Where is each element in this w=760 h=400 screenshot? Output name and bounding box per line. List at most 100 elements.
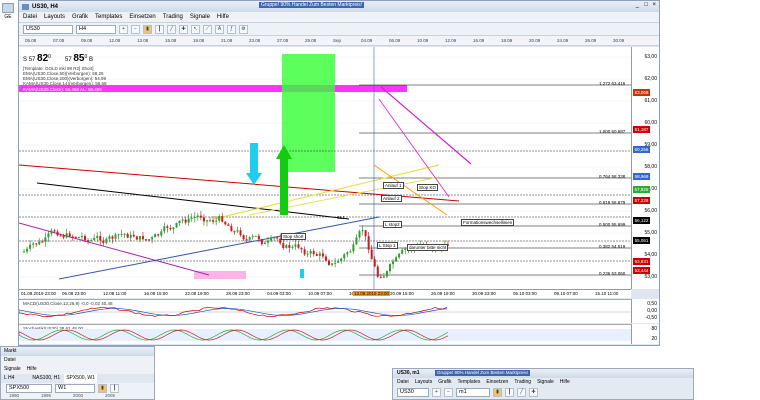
bid-price[interactable]: S 57 820 [23, 53, 51, 64]
date-navigator[interactable]: 05.08 07.08 09.08 12.08 13.08 15.08 19.08 21.08… [19, 36, 659, 46]
menu-hilfe[interactable]: Hilfe [217, 14, 229, 20]
date-nav-label[interactable]: 21.08 [221, 38, 232, 43]
ask-big: 85 [73, 53, 85, 64]
menu-layouts[interactable]: Layouts [44, 14, 65, 20]
right-timeframe-select[interactable]: m1 [456, 388, 490, 397]
line-chart-icon[interactable]: ╱ [167, 24, 176, 34]
candle-body [181, 219, 184, 221]
date-nav-label[interactable]: 24.09 [557, 38, 568, 43]
menu-datei[interactable]: Datei [397, 378, 409, 387]
date-nav-label[interactable]: 26.09 [585, 38, 596, 43]
zoom-in-icon[interactable]: + [432, 388, 441, 397]
annotation-lstop1[interactable]: L Stop 1 [377, 242, 398, 249]
stochastic-pane[interactable]: Stochastik(US30) 38,62 48,00 [19, 324, 631, 344]
date-nav-label[interactable]: 07.08 [53, 38, 64, 43]
date-nav-label[interactable]: 12.09 [445, 38, 456, 43]
line-chart-icon[interactable]: ╱ [517, 388, 526, 397]
cursor-icon[interactable]: ↖ [191, 24, 200, 34]
date-nav-label[interactable]: 18.09 [501, 38, 512, 43]
tab-spx500[interactable]: SPX500, W1 [64, 374, 97, 383]
menu-signale[interactable]: Signale [190, 14, 210, 20]
menu-trading[interactable]: Trading [163, 14, 183, 20]
date-nav-label[interactable]: 10.09 [417, 38, 428, 43]
annotation-stop-short[interactable]: Stop short [281, 233, 306, 240]
candle-chart-icon[interactable]: ▮ [98, 383, 107, 393]
date-nav-label[interactable]: 13.08 [137, 38, 148, 43]
zoom-out-icon[interactable]: − [131, 24, 140, 34]
date-nav-label[interactable]: 09.08 [81, 38, 92, 43]
crosshair-icon[interactable]: ✚ [179, 24, 188, 34]
tab-h4[interactable]: L H4 [4, 374, 14, 383]
candle-body [218, 216, 221, 221]
tab-nas100[interactable]: NAS100, H1 [18, 374, 60, 383]
candle-chart-icon[interactable]: ▮ [143, 24, 152, 34]
date-nav-label[interactable]: 05.08 [25, 38, 36, 43]
left-timeframe-select[interactable]: W1 [55, 383, 95, 393]
date-nav-label[interactable]: 19.08 [193, 38, 204, 43]
annotation-lstop2[interactable]: L stop2 [383, 221, 402, 228]
bar-chart-icon[interactable]: ┃ [155, 24, 164, 34]
menu-signale[interactable]: Signale [537, 378, 554, 387]
menu-templates[interactable]: Templates [458, 378, 481, 387]
price-chart[interactable]: S 57 820 57 850 B [Template: GOLD inkl 8… [19, 47, 631, 289]
cyan-arrow-shaft [250, 143, 258, 173]
bar-chart-icon[interactable]: ┃ [110, 383, 119, 393]
menu-datei[interactable]: Datei [23, 14, 37, 20]
menu-signale[interactable]: Signale [4, 365, 21, 374]
indicator-icon[interactable]: ƒ [227, 24, 236, 34]
menu-datei[interactable]: Datei [4, 356, 16, 365]
date-nav-label[interactable]: 30.09 [613, 38, 624, 43]
macd-pane[interactable]: MACD(US30,Close,12,26,9) -0,0 -0,02 40,4… [19, 299, 631, 323]
menu-grafik[interactable]: Grafik [72, 14, 88, 20]
desktop-icon[interactable]: GE [0, 2, 16, 22]
candle-body [135, 236, 138, 240]
fib-level-label: 1.000 60.697 [599, 129, 626, 134]
settings-icon[interactable]: ⚙ [239, 24, 248, 34]
date-nav-label[interactable]: 29.08 [305, 38, 316, 43]
candle-chart-icon[interactable]: ▮ [493, 388, 502, 397]
date-nav-label[interactable]: Sep [333, 38, 341, 43]
date-nav-label[interactable]: 20.09 [529, 38, 540, 43]
date-nav-label[interactable]: 15.08 [165, 38, 176, 43]
text-tool-icon[interactable]: A [215, 24, 224, 34]
candle-body [303, 249, 306, 255]
close-icon[interactable]: × [652, 2, 656, 8]
menu-einsetzen[interactable]: Einsetzen [129, 14, 155, 20]
candle-body [175, 223, 178, 228]
crosshair-icon[interactable]: ✚ [529, 388, 538, 397]
year-label: 2000 [73, 393, 84, 398]
maximize-icon[interactable]: □ [644, 2, 648, 8]
date-nav-label[interactable]: 06.09 [389, 38, 400, 43]
right-symbol-select[interactable]: US30 [397, 388, 429, 397]
zoom-out-icon[interactable]: − [444, 388, 453, 397]
annotation-formation[interactable]: Formationswechsellinien [461, 219, 515, 226]
menu-trading[interactable]: Trading [514, 378, 531, 387]
annotation-anlauf1[interactable]: Anlauf 1 [383, 182, 404, 189]
time-scale[interactable]: 01.08.2019 23:00 06.08 23:00 12.08 11:00 16… [19, 289, 631, 298]
date-nav-label[interactable]: 12.08 [109, 38, 120, 43]
trendline-icon[interactable]: ⟋ [203, 24, 212, 34]
ask-price[interactable]: 57 850 B [65, 53, 93, 64]
annotation-stop-ko[interactable]: Stop KO [417, 184, 439, 191]
menu-layouts[interactable]: Layouts [415, 378, 433, 387]
date-nav-label[interactable]: 27.08 [277, 38, 288, 43]
annotation-darunter[interactable]: darunter bitte nicht [407, 244, 449, 251]
minimize-icon[interactable]: _ [636, 2, 639, 8]
timeframe-select[interactable]: H4 [76, 24, 116, 34]
price-scale[interactable]: 63,00 62,00 61,00 60,00 59,00 58,00 57,0… [631, 47, 659, 289]
zoom-in-icon[interactable]: + [119, 24, 128, 34]
left-symbol-select[interactable]: SPX500 [6, 383, 52, 393]
symbol-select[interactable]: US30 [23, 24, 73, 34]
bar-chart-icon[interactable]: ┃ [505, 388, 514, 397]
menu-hilfe[interactable]: Hilfe [560, 378, 570, 387]
date-nav-label[interactable]: 23.08 [249, 38, 260, 43]
menu-hilfe[interactable]: Hilfe [27, 365, 37, 374]
menu-einsetzen[interactable]: Einsetzen [486, 378, 508, 387]
menu-grafik[interactable]: Grafik [438, 378, 451, 387]
annotation-anlauf2[interactable]: Anlauf 2 [381, 195, 402, 202]
candle-body [340, 258, 343, 262]
menu-templates[interactable]: Templates [95, 14, 122, 20]
date-nav-label[interactable]: 04.09 [361, 38, 372, 43]
chart-canvas[interactable] [19, 47, 631, 289]
date-nav-label[interactable]: 16.09 [473, 38, 484, 43]
